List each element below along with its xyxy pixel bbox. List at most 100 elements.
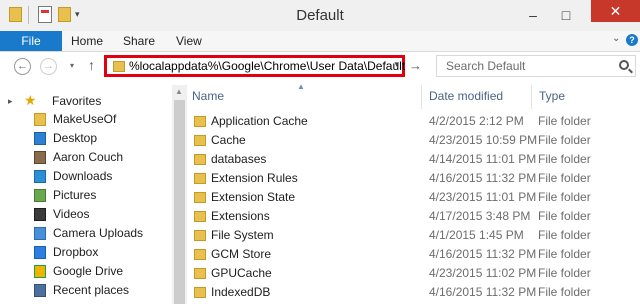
address-bar[interactable]: %localappdata%\Google\Chrome\User Data\D… xyxy=(104,55,405,77)
file-type: File folder xyxy=(538,114,591,128)
sidebar-item-label: Recent places xyxy=(53,283,130,297)
table-row[interactable]: databases 4/14/2015 11:01 PM File folder xyxy=(190,150,640,169)
tab-view[interactable]: View xyxy=(176,31,202,51)
table-row[interactable]: GCM Store 4/16/2015 11:32 PM File folder xyxy=(190,245,640,264)
table-row[interactable]: IndexedDB 4/16/2015 11:32 PM File folder xyxy=(190,283,640,302)
file-name[interactable]: Application Cache xyxy=(211,112,308,131)
file-type: File folder xyxy=(538,266,591,280)
folder-icon xyxy=(194,173,206,184)
address-path[interactable]: %localappdata%\Google\Chrome\User Data\D… xyxy=(129,59,405,73)
file-name[interactable]: GPUCache xyxy=(211,264,272,283)
file-date-modified: 4/2/2015 2:12 PM xyxy=(429,114,524,128)
table-row[interactable]: Extension Rules 4/16/2015 11:32 PM File fo… xyxy=(190,169,640,188)
downloads-icon xyxy=(34,170,46,183)
file-type: File folder xyxy=(538,209,591,223)
file-type: File folder xyxy=(538,190,591,204)
sidebar-item-label: Desktop xyxy=(53,131,98,145)
file-name[interactable]: File System xyxy=(211,226,274,245)
table-row[interactable]: GPUCache 4/23/2015 11:02 PM File folder xyxy=(190,264,640,283)
file-type: File folder xyxy=(538,247,591,261)
user-folder-icon xyxy=(34,151,46,164)
file-date-modified: 4/23/2015 11:02 PM xyxy=(429,266,537,280)
file-name[interactable]: Extensions xyxy=(211,207,270,226)
file-date-modified: 4/1/2015 1:45 PM xyxy=(429,228,524,242)
search-icon[interactable] xyxy=(619,60,629,70)
minimize-button[interactable]: – xyxy=(519,4,547,26)
google-drive-icon xyxy=(34,265,46,278)
file-name[interactable]: Extension Rules xyxy=(211,169,298,188)
folder-icon xyxy=(113,61,125,72)
search-input[interactable]: Search Default xyxy=(446,59,525,73)
file-type: File folder xyxy=(538,228,591,242)
sidebar-item-label: Aaron Couch xyxy=(53,150,124,164)
folder-icon xyxy=(194,116,206,127)
file-date-modified: 4/16/2015 11:32 PM xyxy=(429,171,537,185)
folder-icon xyxy=(194,287,206,298)
folder-icon xyxy=(194,230,206,241)
dropbox-icon xyxy=(34,246,46,259)
file-date-modified: 4/23/2015 11:01 PM xyxy=(429,190,537,204)
sort-ascending-icon: ▲ xyxy=(297,82,305,91)
file-name[interactable]: IndexedDB xyxy=(211,283,270,302)
table-row[interactable]: Extension State 4/23/2015 11:01 PM File fo… xyxy=(190,188,640,207)
file-date-modified: 4/14/2015 11:01 PM xyxy=(429,152,537,166)
help-icon[interactable]: ? xyxy=(626,34,638,46)
folder-icon xyxy=(194,249,206,260)
folder-icon xyxy=(194,268,206,279)
expand-icon[interactable]: ▸ xyxy=(8,92,13,111)
sidebar-item-label: Dropbox xyxy=(53,245,99,259)
column-divider[interactable] xyxy=(531,85,532,109)
recent-places-icon xyxy=(34,284,46,297)
sidebar-item-label: Camera Uploads xyxy=(53,226,144,240)
desktop-icon xyxy=(34,132,46,145)
chevron-down-icon[interactable]: ▾ xyxy=(394,59,399,70)
close-button[interactable]: ✕ xyxy=(591,0,640,22)
file-date-modified: 4/23/2015 10:59 PM xyxy=(429,133,538,147)
table-row[interactable]: File System 4/1/2015 1:45 PM File folder xyxy=(190,226,640,245)
file-name[interactable]: GCM Store xyxy=(211,245,271,264)
sidebar-item-label: Pictures xyxy=(53,188,97,202)
folder-icon xyxy=(194,192,206,203)
forward-button[interactable]: → xyxy=(40,58,57,75)
column-divider[interactable] xyxy=(421,85,422,109)
file-type: File folder xyxy=(538,285,591,299)
pictures-icon xyxy=(34,189,46,202)
file-name[interactable]: Cache xyxy=(211,131,246,150)
column-date-modified[interactable]: Date modified xyxy=(429,89,503,103)
table-row[interactable]: Extensions 4/17/2015 3:48 PM File folder xyxy=(190,207,640,226)
tab-home[interactable]: Home xyxy=(71,31,103,51)
up-button[interactable]: ↑ xyxy=(88,57,95,73)
go-arrow-icon[interactable]: → xyxy=(409,58,422,73)
back-button[interactable]: ← xyxy=(14,58,31,75)
sidebar-item-label: Downloads xyxy=(53,169,113,183)
file-type: File folder xyxy=(538,133,591,147)
recent-locations-icon[interactable]: ▾ xyxy=(70,61,74,70)
file-name[interactable]: databases xyxy=(211,150,266,169)
sidebar-item-label: MakeUseOf xyxy=(53,112,117,126)
camera-uploads-icon xyxy=(34,227,46,240)
sidebar-item-label: Favorites xyxy=(52,94,102,108)
file-name[interactable]: Extension State xyxy=(211,188,295,207)
folder-icon xyxy=(194,154,206,165)
file-date-modified: 4/16/2015 11:32 PM xyxy=(429,285,537,299)
file-type: File folder xyxy=(538,171,591,185)
table-row[interactable]: Cache 4/23/2015 10:59 PM File folder xyxy=(190,131,640,150)
folder-icon xyxy=(194,135,206,146)
column-name[interactable]: Name xyxy=(192,89,224,103)
star-icon: ★ xyxy=(24,92,37,108)
file-date-modified: 4/16/2015 11:32 PM xyxy=(429,247,537,261)
folder-icon xyxy=(194,211,206,222)
expand-ribbon-icon[interactable]: ⌄ xyxy=(612,33,620,44)
tab-file[interactable]: File xyxy=(0,31,62,51)
maximize-button[interactable]: □ xyxy=(552,4,580,26)
column-type[interactable]: Type xyxy=(539,89,565,103)
videos-icon xyxy=(34,208,46,221)
folder-icon xyxy=(34,113,46,126)
sidebar-item-label: Videos xyxy=(53,207,90,221)
table-row[interactable]: Application Cache 4/2/2015 2:12 PM File fo… xyxy=(190,112,640,131)
scrollbar-thumb[interactable] xyxy=(174,100,185,304)
scroll-up-arrow[interactable]: ▲ xyxy=(175,87,183,96)
file-date-modified: 4/17/2015 3:48 PM xyxy=(429,209,531,223)
search-box[interactable]: Search Default xyxy=(436,55,636,77)
tab-share[interactable]: Share xyxy=(123,31,155,51)
